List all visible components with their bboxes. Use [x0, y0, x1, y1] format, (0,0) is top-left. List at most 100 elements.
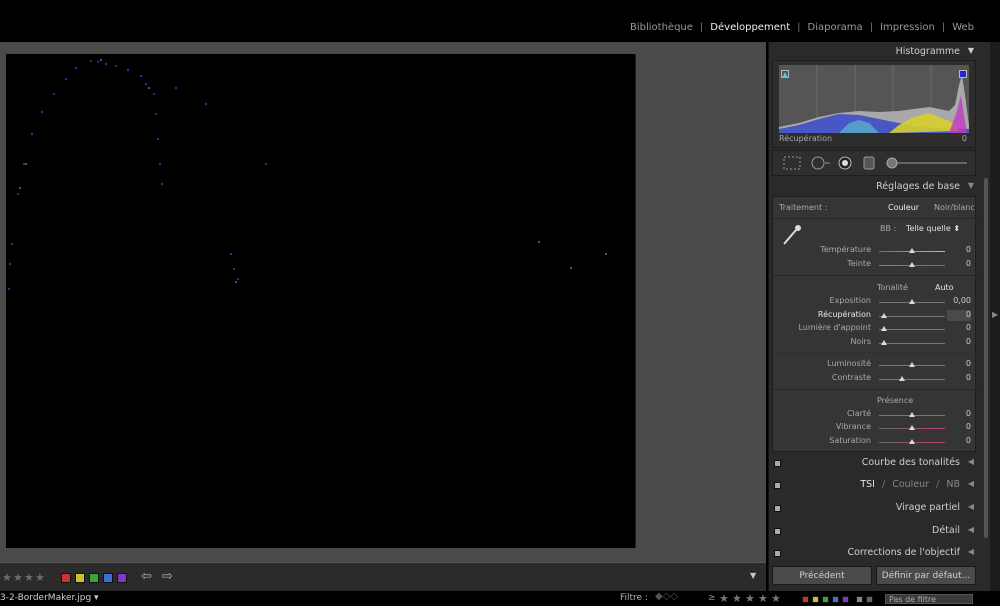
vibrance-value[interactable]: 0: [966, 422, 971, 431]
right-panel-edge[interactable]: ▶: [990, 42, 1000, 591]
rating-star[interactable]: ★: [35, 571, 45, 584]
panel-toggle-switch[interactable]: [774, 482, 781, 489]
module-develop[interactable]: Développement: [710, 22, 790, 33]
module-library[interactable]: Bibliothèque: [630, 22, 693, 33]
brightness-slider-handle[interactable]: [909, 362, 915, 367]
tint-slider-handle[interactable]: [909, 262, 915, 267]
exposure-value[interactable]: 0,00: [953, 296, 971, 305]
fill-light-track[interactable]: [879, 329, 945, 330]
rating-star[interactable]: ★: [2, 571, 12, 584]
fill-light-value[interactable]: 0: [966, 323, 971, 332]
saturation-value[interactable]: 0: [966, 436, 971, 445]
blacks-track[interactable]: [879, 343, 945, 344]
blacks-value[interactable]: 0: [966, 337, 971, 346]
graduated-filter-icon[interactable]: [863, 156, 875, 173]
panel-toggle-switch[interactable]: [774, 505, 781, 512]
contrast-track[interactable]: [879, 379, 945, 380]
color-label-blue[interactable]: [103, 573, 113, 583]
red-eye-icon[interactable]: [837, 156, 853, 173]
rating-star[interactable]: ★: [13, 571, 23, 584]
module-print[interactable]: Impression: [880, 22, 935, 33]
spot-removal-icon[interactable]: [811, 156, 831, 173]
filter-star[interactable]: ★: [758, 592, 768, 605]
photo-canvas[interactable]: [6, 54, 636, 548]
recovery-track[interactable]: [879, 316, 945, 317]
exposure-slider-handle[interactable]: [909, 299, 915, 304]
vibrance-slider-handle[interactable]: [909, 425, 915, 430]
filter-star[interactable]: ★: [771, 592, 781, 605]
previous-button[interactable]: Précédent: [772, 566, 872, 585]
shadow-clipping-indicator[interactable]: [781, 70, 789, 78]
fill-light-slider-handle[interactable]: [881, 326, 887, 331]
lens-corrections-header[interactable]: Corrections de l'objectif ◀: [770, 545, 978, 561]
color-label-yellow[interactable]: [75, 573, 85, 583]
right-panel-scrollbar[interactable]: [984, 178, 988, 538]
tint-value[interactable]: 0: [966, 259, 971, 268]
color-label-green[interactable]: [89, 573, 99, 583]
photo-pixel: [31, 133, 33, 135]
eyedropper-glyph: [783, 225, 801, 245]
panel-toggle-switch[interactable]: [774, 460, 781, 467]
contrast-slider-handle[interactable]: [899, 376, 905, 381]
basic-panel-header[interactable]: Réglages de base ▼: [770, 179, 978, 195]
filter-preset-select[interactable]: Pas de filtre: [885, 594, 973, 604]
rating-operator[interactable]: ≥: [708, 593, 716, 603]
eyedropper-bulb: [795, 225, 801, 231]
photo-pixel: [233, 268, 235, 270]
flag-filter-icon[interactable]: ◆◇◇: [655, 591, 678, 602]
module-slideshow[interactable]: Diaporama: [808, 22, 863, 33]
panel-toggle-switch[interactable]: [774, 550, 781, 557]
filter-color-gray[interactable]: [856, 596, 863, 603]
previous-photo-arrow[interactable]: ⇦: [141, 569, 152, 584]
tone-curve-title: Courbe des tonalités: [861, 457, 960, 468]
tab-tsi[interactable]: TSI: [860, 479, 875, 490]
filter-color-blue[interactable]: [832, 596, 839, 603]
filename-label[interactable]: 3-2-BorderMaker.jpg ▾: [0, 593, 99, 603]
clarity-value[interactable]: 0: [966, 409, 971, 418]
collapse-panel-icon[interactable]: ▶: [992, 310, 998, 319]
contrast-value[interactable]: 0: [966, 373, 971, 382]
color-label-red[interactable]: [61, 573, 71, 583]
filter-star[interactable]: ★: [719, 592, 729, 605]
highlight-clipping-indicator[interactable]: [959, 70, 967, 78]
brightness-row: Luminosité 0: [773, 359, 977, 371]
treatment-bw-option[interactable]: Noir/blanc: [934, 203, 975, 212]
split-toning-header[interactable]: Virage partiel ◀: [770, 500, 978, 516]
temperature-slider-handle[interactable]: [909, 248, 915, 253]
filter-star[interactable]: ★: [732, 592, 742, 605]
brightness-value[interactable]: 0: [966, 359, 971, 368]
wb-select[interactable]: Telle quelle ⬍: [906, 224, 960, 233]
filter-color-green[interactable]: [822, 596, 829, 603]
tab-couleur[interactable]: Couleur: [892, 479, 929, 490]
blacks-slider-handle[interactable]: [881, 340, 887, 345]
filter-color-red[interactable]: [802, 596, 809, 603]
treatment-color-option[interactable]: Couleur: [888, 203, 919, 212]
temperature-value[interactable]: 0: [966, 245, 971, 254]
color-label-purple[interactable]: [117, 573, 127, 583]
filter-color-purple[interactable]: [842, 596, 849, 603]
recovery-value[interactable]: 0: [966, 310, 971, 319]
saturation-slider-handle[interactable]: [909, 439, 915, 444]
panel-toggle-switch[interactable]: [774, 528, 781, 535]
next-photo-arrow[interactable]: ⇨: [162, 569, 173, 584]
detail-header[interactable]: Détail ◀: [770, 523, 978, 539]
clarity-slider-handle[interactable]: [909, 412, 915, 417]
crop-icon[interactable]: [783, 156, 801, 173]
adjustment-brush-icon[interactable]: [885, 156, 969, 173]
lens-corrections-title: Corrections de l'objectif: [847, 547, 960, 558]
histogram-graph[interactable]: [779, 65, 969, 133]
histogram-header[interactable]: Histogramme ▼: [770, 44, 978, 60]
auto-tone-button[interactable]: Auto: [935, 283, 954, 292]
rating-star[interactable]: ★: [24, 571, 34, 584]
module-web[interactable]: Web: [952, 22, 974, 33]
recovery-slider-handle[interactable]: [881, 313, 887, 318]
reset-defaults-button[interactable]: Définir par défaut...: [876, 566, 976, 585]
tone-curve-header[interactable]: Courbe des tonalités ◀: [770, 455, 978, 471]
filter-color-yellow[interactable]: [812, 596, 819, 603]
hsl-header[interactable]: TSI / Couleur / NB ◀: [770, 477, 978, 493]
toolbar-options-arrow[interactable]: ▼: [750, 571, 756, 580]
filter-color-none[interactable]: [866, 596, 873, 603]
tab-nb[interactable]: NB: [946, 479, 960, 490]
brightness-label: Luminosité: [827, 359, 871, 368]
filter-star[interactable]: ★: [745, 592, 755, 605]
